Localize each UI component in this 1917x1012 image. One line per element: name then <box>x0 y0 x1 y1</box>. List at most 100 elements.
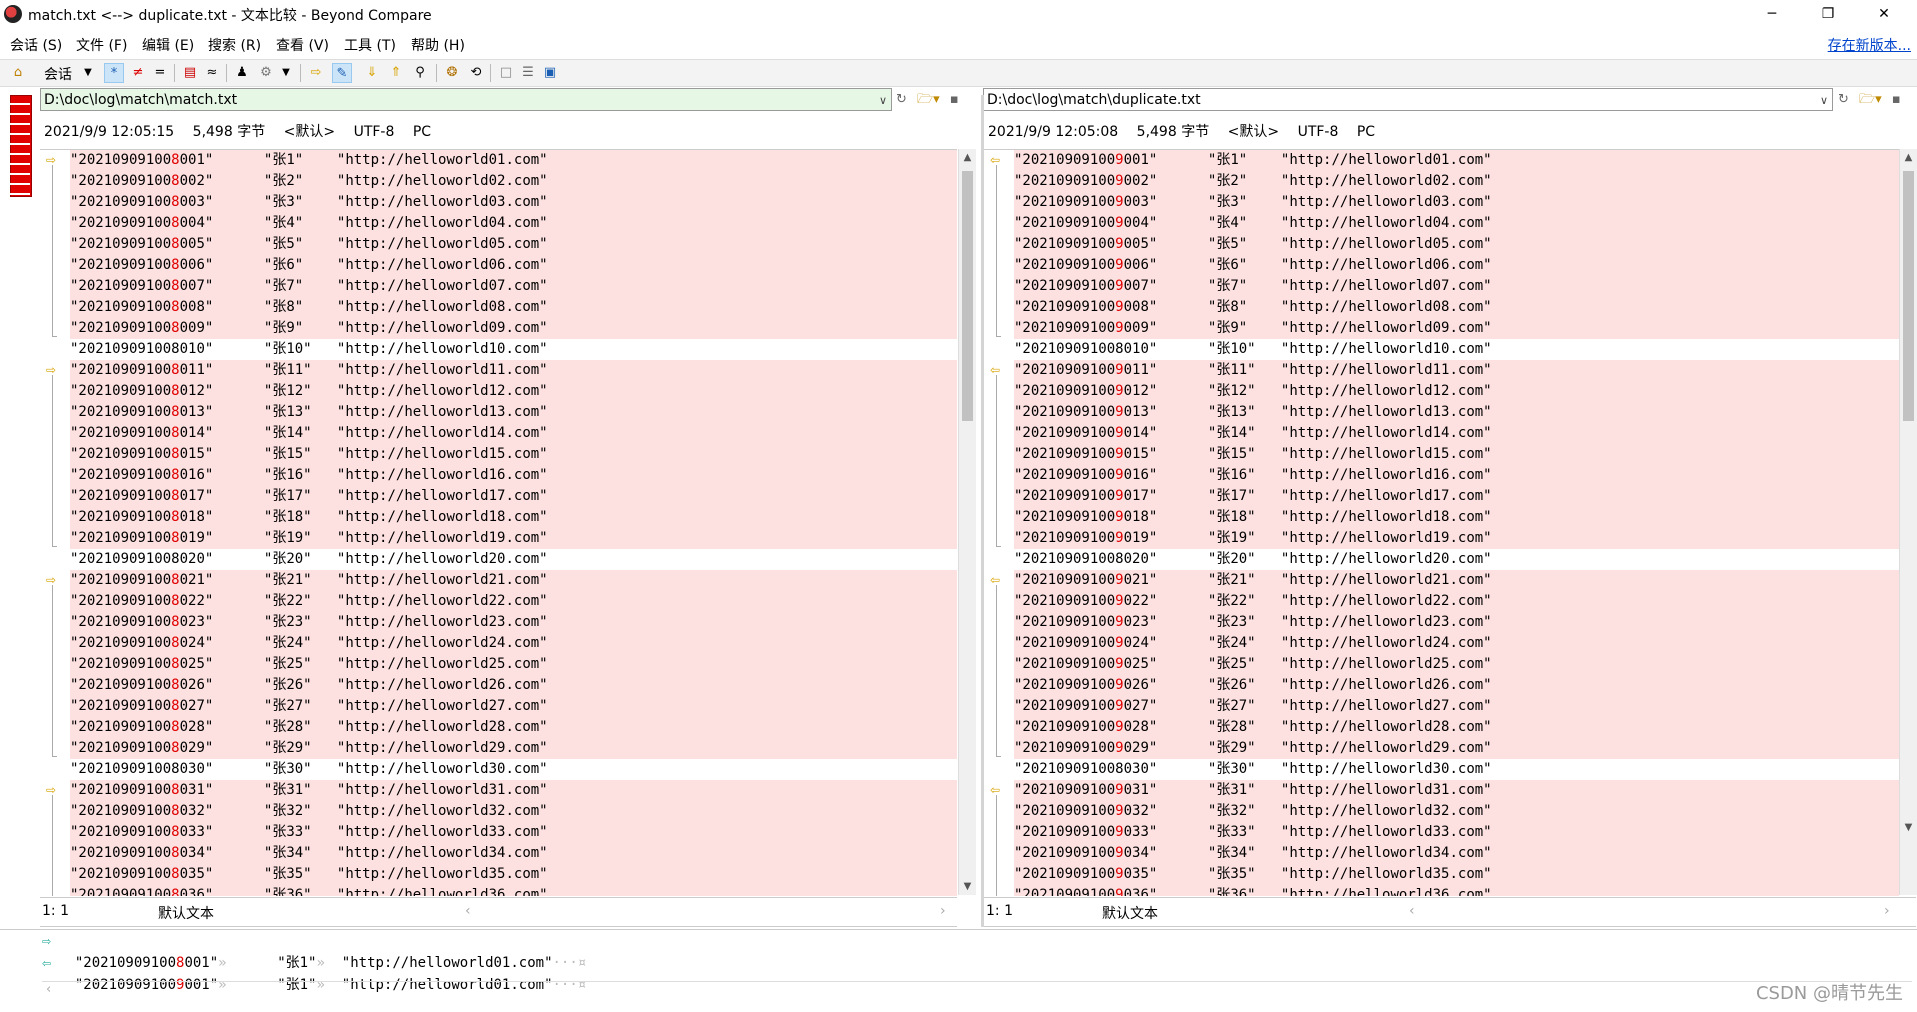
view-single-icon[interactable]: □ <box>496 63 516 83</box>
text-line[interactable]: "202109091008007" "张7" "http://helloworl… <box>70 276 957 297</box>
text-line[interactable]: "202109091008032" "张32" "http://hellowor… <box>70 801 957 822</box>
format-icon[interactable]: ⚙ <box>256 63 276 83</box>
scroll-down-icon[interactable]: ▼ <box>959 878 976 895</box>
text-line[interactable]: "202109091008022" "张22" "http://hellowor… <box>70 591 957 612</box>
text-line[interactable]: "202109091009031" "张31" "http://hellowor… <box>1014 780 1899 801</box>
find-binoculars-icon[interactable]: ⚲ <box>410 63 430 83</box>
copy-to-left-arrow-icon[interactable]: ⇦ <box>990 364 1004 376</box>
pane-splitter[interactable] <box>981 95 984 927</box>
swap-sides-icon[interactable]: ⇨ <box>306 63 326 83</box>
copy-to-right-arrow-icon[interactable]: ⇨ <box>46 154 60 166</box>
text-line[interactable]: "202109091009023" "张23" "http://hellowor… <box>1014 612 1899 633</box>
scroll-thumb[interactable] <box>1903 171 1914 421</box>
replace-icon[interactable]: ⟲ <box>466 63 486 83</box>
text-line[interactable]: "202109091008034" "张34" "http://hellowor… <box>70 843 957 864</box>
text-line[interactable]: "202109091008017" "张17" "http://hellowor… <box>70 486 957 507</box>
text-line[interactable]: "202109091008028" "张28" "http://hellowor… <box>70 717 957 738</box>
left-path-input[interactable]: D:\doc\log\match\match.txt ∨ <box>40 88 892 111</box>
text-line[interactable]: "202109091009013" "张13" "http://hellowor… <box>1014 402 1899 423</box>
menu-help[interactable]: 帮助 (H) <box>411 35 465 55</box>
next-diff-icon[interactable]: ⇓ <box>362 63 382 83</box>
left-encoding[interactable]: UTF-8 <box>354 124 395 140</box>
right-encoding[interactable]: UTF-8 <box>1298 124 1339 140</box>
scroll-left-icon[interactable]: ‹ <box>1409 903 1415 919</box>
text-line[interactable]: "202109091008020" "张20" "http://hellowor… <box>1014 549 1899 570</box>
text-line[interactable]: "202109091008025" "张25" "http://hellowor… <box>70 654 957 675</box>
text-line[interactable]: "202109091009034" "张34" "http://hellowor… <box>1014 843 1899 864</box>
menu-session[interactable]: 会话 (S) <box>10 35 62 55</box>
session-menu-label[interactable]: 会话 <box>44 64 72 84</box>
text-line[interactable]: "202109091009027" "张27" "http://hellowor… <box>1014 696 1899 717</box>
left-text-pane[interactable]: "202109091008001" "张1" "http://helloworl… <box>40 149 957 896</box>
text-line[interactable]: "202109091009029" "张29" "http://hellowor… <box>1014 738 1899 759</box>
text-line[interactable]: "202109091008030" "张30" "http://hellowor… <box>70 759 957 780</box>
menu-search[interactable]: 搜索 (R) <box>208 35 261 55</box>
text-line[interactable]: "202109091009032" "张32" "http://hellowor… <box>1014 801 1899 822</box>
text-line[interactable]: "202109091009004" "张4" "http://helloworl… <box>1014 213 1899 234</box>
text-line[interactable]: "202109091008036" "张36" "http://hellowor… <box>70 885 957 896</box>
left-format-label[interactable]: 默认文本 <box>158 903 214 923</box>
text-line[interactable]: "202109091008010" "张10" "http://hellowor… <box>1014 339 1899 360</box>
text-line[interactable]: "202109091008035" "张35" "http://hellowor… <box>70 864 957 885</box>
left-line-ending[interactable]: PC <box>413 124 431 140</box>
copy-to-right-arrow-icon[interactable]: ⇨ <box>46 784 60 796</box>
text-line[interactable]: "202109091009028" "张28" "http://hellowor… <box>1014 717 1899 738</box>
text-line[interactable]: "202109091009011" "张11" "http://hellowor… <box>1014 360 1899 381</box>
text-line[interactable]: "202109091008029" "张29" "http://hellowor… <box>70 738 957 759</box>
scroll-right-icon[interactable]: › <box>1884 903 1890 919</box>
context-icon[interactable]: ▤ <box>180 63 200 83</box>
copy-to-left-arrow-icon[interactable]: ⇦ <box>990 574 1004 586</box>
right-vertical-scrollbar[interactable]: ▲ ▼ <box>1899 149 1917 895</box>
text-line[interactable]: "202109091008024" "张24" "http://hellowor… <box>70 633 957 654</box>
show-all-icon[interactable]: * <box>104 63 124 83</box>
text-line[interactable]: "202109091008014" "张14" "http://hellowor… <box>70 423 957 444</box>
rules-icon[interactable]: ♟ <box>232 63 252 83</box>
view-split-icon[interactable]: ▣ <box>540 63 560 83</box>
text-line[interactable]: "202109091008023" "张23" "http://hellowor… <box>70 612 957 633</box>
detail-horizontal-scrollbar[interactable]: ‹ <box>42 981 1912 999</box>
open-folder-icon[interactable]: 🗁▾ <box>1859 92 1882 107</box>
text-line[interactable]: "202109091009024" "张24" "http://hellowor… <box>1014 633 1899 654</box>
text-line[interactable]: "202109091009036" "张36" "http://hellowor… <box>1014 885 1899 896</box>
new-version-link[interactable]: 存在新版本... <box>1828 35 1911 55</box>
restore-button[interactable]: ❐ <box>1805 0 1851 28</box>
menu-tools[interactable]: 工具 (T) <box>344 35 396 55</box>
text-line[interactable]: "202109091009003" "张3" "http://helloworl… <box>1014 192 1899 213</box>
text-line[interactable]: "202109091008003" "张3" "http://helloworl… <box>70 192 957 213</box>
chevron-down-icon[interactable]: ∨ <box>879 89 887 112</box>
chevron-down-icon[interactable]: ▼ <box>276 63 296 83</box>
text-line[interactable]: "202109091008008" "张8" "http://helloworl… <box>70 297 957 318</box>
text-line[interactable]: "202109091008020" "张20" "http://hellowor… <box>70 549 957 570</box>
text-line[interactable]: "202109091008001" "张1" "http://helloworl… <box>70 150 957 171</box>
text-line[interactable]: "202109091008011" "张11" "http://hellowor… <box>70 360 957 381</box>
text-line[interactable]: "202109091009021" "张21" "http://hellowor… <box>1014 570 1899 591</box>
text-line[interactable]: "202109091009005" "张5" "http://helloworl… <box>1014 234 1899 255</box>
show-diffs-icon[interactable]: ≠ <box>128 63 148 83</box>
save-icon[interactable]: ▪ <box>1892 92 1901 107</box>
text-line[interactable]: "202109091008015" "张15" "http://hellowor… <box>70 444 957 465</box>
copy-to-left-arrow-icon[interactable]: ⇦ <box>990 154 1004 166</box>
text-line[interactable]: "202109091008026" "张26" "http://hellowor… <box>70 675 957 696</box>
text-line[interactable]: "202109091009016" "张16" "http://hellowor… <box>1014 465 1899 486</box>
scroll-up-icon[interactable]: ▲ <box>959 149 976 166</box>
text-line[interactable]: "202109091008021" "张21" "http://hellowor… <box>70 570 957 591</box>
view-list-icon[interactable]: ☰ <box>518 63 538 83</box>
edit-icon[interactable]: ✎ <box>332 63 352 83</box>
copy-to-right-arrow-icon[interactable]: ⇨ <box>46 364 60 376</box>
copy-to-left-arrow-icon[interactable]: ⇦ <box>990 784 1004 796</box>
text-line[interactable]: "202109091008006" "张6" "http://helloworl… <box>70 255 957 276</box>
text-line[interactable]: "202109091009008" "张8" "http://helloworl… <box>1014 297 1899 318</box>
text-line[interactable]: "202109091008004" "张4" "http://helloworl… <box>70 213 957 234</box>
text-line[interactable]: "202109091009012" "张12" "http://hellowor… <box>1014 381 1899 402</box>
right-line-ending[interactable]: PC <box>1357 124 1375 140</box>
text-line[interactable]: "202109091009001" "张1" "http://helloworl… <box>1014 150 1899 171</box>
close-button[interactable]: ✕ <box>1861 0 1907 28</box>
minor-icon[interactable]: ≈ <box>202 63 222 83</box>
scroll-left-icon[interactable]: ‹ <box>46 982 51 997</box>
text-line[interactable]: "202109091008013" "张13" "http://hellowor… <box>70 402 957 423</box>
refresh-icon[interactable]: ↻ <box>1838 92 1849 107</box>
text-line[interactable]: "202109091008018" "张18" "http://hellowor… <box>70 507 957 528</box>
text-line[interactable]: "202109091008030" "张30" "http://hellowor… <box>1014 759 1899 780</box>
text-line[interactable]: "202109091009019" "张19" "http://hellowor… <box>1014 528 1899 549</box>
text-line[interactable]: "202109091008005" "张5" "http://helloworl… <box>70 234 957 255</box>
